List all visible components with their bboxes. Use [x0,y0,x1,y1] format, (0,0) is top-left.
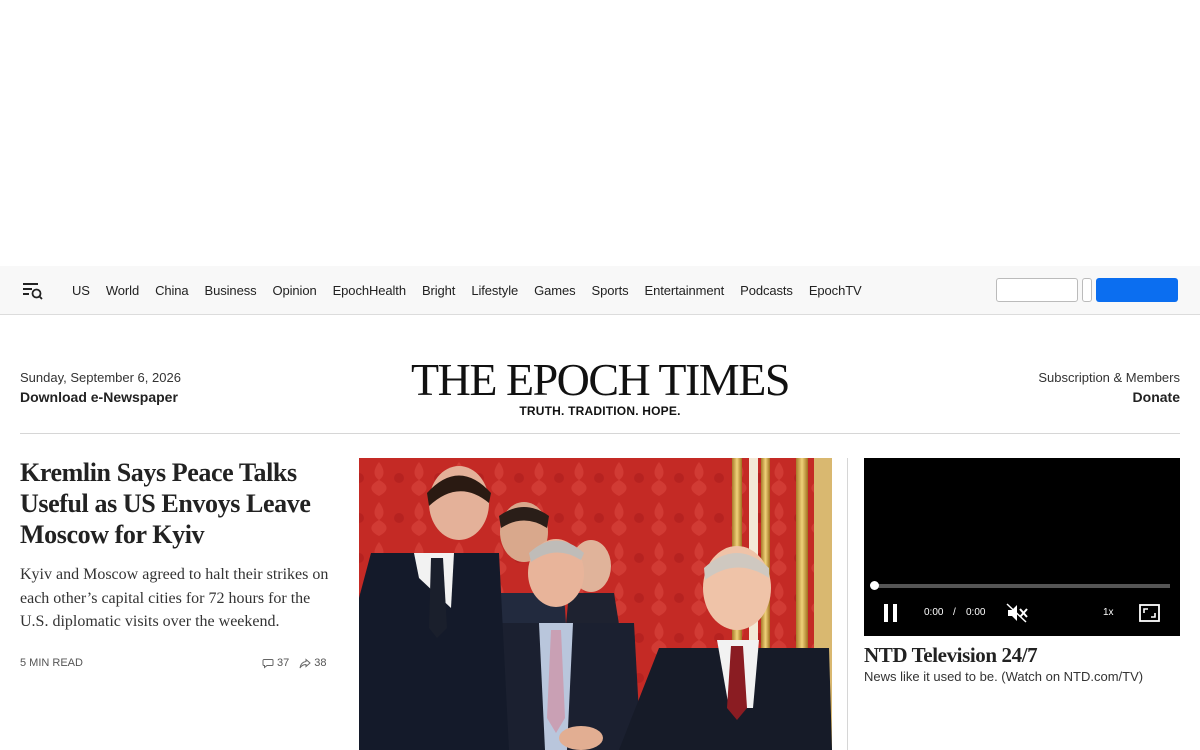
account-toggle[interactable] [1082,278,1092,302]
subscription-link[interactable]: Subscription & Members [1038,370,1180,385]
lead-photo[interactable] [359,458,832,750]
nav-world[interactable]: World [98,283,147,298]
nav-epochhealth[interactable]: EpochHealth [325,283,414,298]
current-date: Sunday, September 6, 2026 [20,370,181,385]
nav-lifestyle[interactable]: Lifestyle [463,283,526,298]
video-time-separator: / [953,607,956,618]
site-tagline: TRUTH. TRADITION. HOPE. [519,404,681,418]
read-time: 5 MIN READ [20,657,83,669]
comments-count[interactable]: 37 [262,657,289,669]
comment-icon [262,657,274,669]
video-current-time: 0:00 [924,607,944,618]
nav-games[interactable]: Games [526,283,583,298]
pause-icon[interactable] [882,604,900,622]
comments-number: 37 [277,657,290,669]
lead-headline[interactable]: Kremlin Says Peace Talks Useful as US En… [20,457,340,550]
nav-us[interactable]: US [64,283,98,298]
video-progress-bar[interactable] [874,584,1170,588]
nav-bright[interactable]: Bright [414,283,463,298]
ad-space [0,0,1200,266]
nav-china[interactable]: China [147,283,196,298]
menu-search-icon[interactable] [20,281,46,301]
site-logo[interactable]: THE EPOCH TIMES [360,356,840,404]
lead-summary: Kyiv and Moscow agreed to halt their str… [20,566,329,630]
column-divider [847,458,848,750]
nav-podcasts[interactable]: Podcasts [732,283,801,298]
playback-speed[interactable]: 1x [1103,607,1114,618]
share-icon [299,657,312,669]
shares-number: 38 [314,657,327,669]
video-progress-handle[interactable] [870,581,879,590]
section-nav: US World China Business Opinion EpochHea… [64,266,870,314]
donate-link[interactable]: Donate [1133,389,1180,405]
video-duration: 0:00 [966,607,986,618]
download-enewspaper-link[interactable]: Download e-Newspaper [20,389,178,405]
subscribe-button[interactable] [1096,278,1178,302]
nav-entertainment[interactable]: Entertainment [637,283,733,298]
ntd-subtitle: News like it used to be. (Watch on NTD.c… [864,669,1144,684]
shares-count[interactable]: 38 [299,657,327,669]
nav-epochtv[interactable]: EpochTV [801,283,870,298]
nav-opinion[interactable]: Opinion [265,283,325,298]
muted-speaker-icon[interactable] [1006,603,1028,623]
nav-sports[interactable]: Sports [584,283,637,298]
article-meta: 37 38 [262,657,327,669]
fullscreen-icon[interactable] [1139,604,1160,622]
nav-business[interactable]: Business [197,283,265,298]
ntd-title[interactable]: NTD Television 24/7 [864,643,1038,668]
login-button[interactable] [996,278,1078,302]
masthead-divider [20,433,1180,434]
